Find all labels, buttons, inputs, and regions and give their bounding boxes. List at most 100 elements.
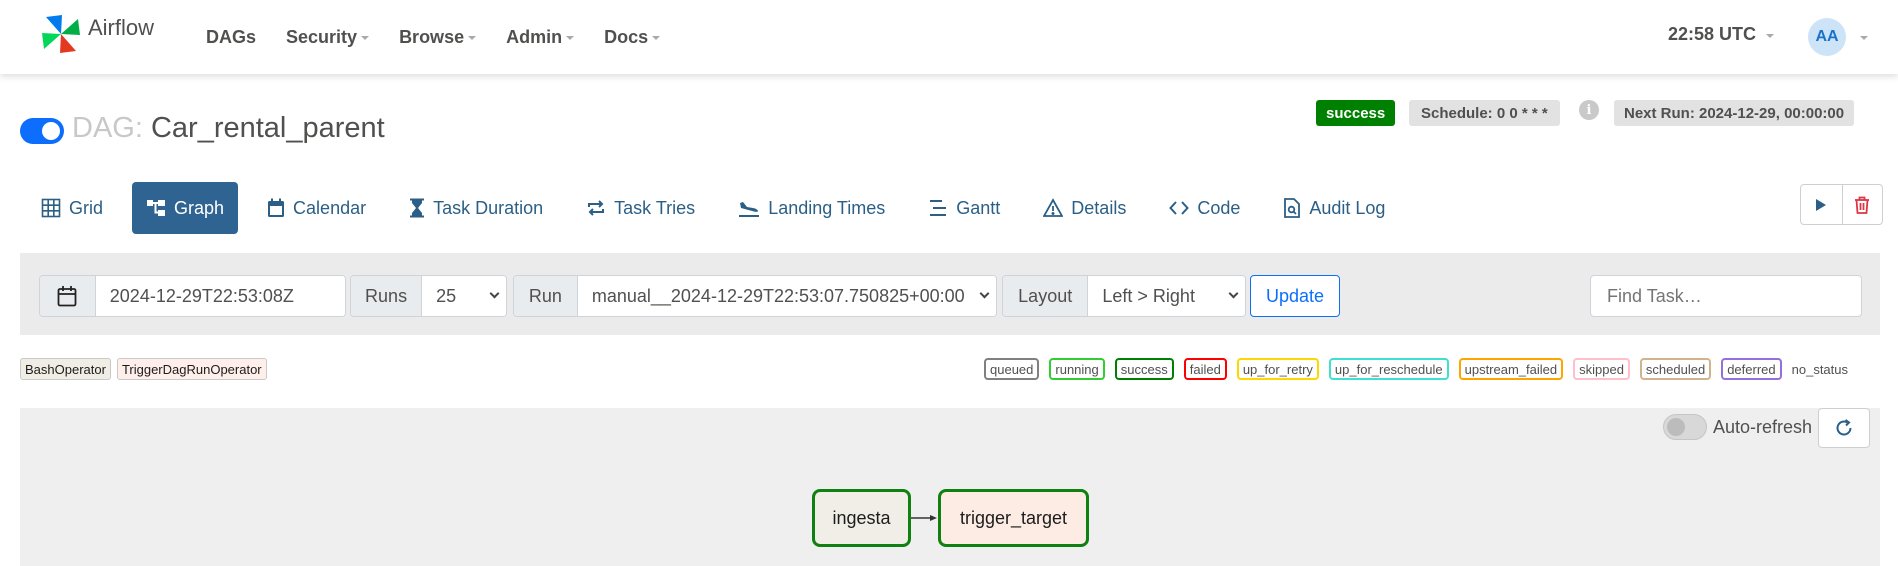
base-date-input[interactable]: 2024-12-29T22:53:08Z [95,276,345,316]
chevron-down-icon [979,288,990,299]
top-navbar: Airflow DAGs Security Browse Admin Docs … [0,0,1898,74]
operator-tag-trigger[interactable]: TriggerDagRunOperator [116,358,267,380]
state-queued[interactable]: queued [984,358,1040,380]
operator-tag-bash[interactable]: BashOperator [20,358,111,380]
file-search-icon [1284,198,1301,218]
dag-action-buttons [1800,184,1883,225]
auto-refresh-label: Auto-refresh [1713,416,1813,437]
current-time: 22:58 UTC [1668,24,1757,44]
layout-value: Left > Right [1102,285,1195,306]
tab-audit-log[interactable]: Audit Log [1269,182,1399,234]
state-no-status[interactable]: no_status [1792,362,1848,377]
play-icon [1816,198,1827,211]
nav-docs[interactable]: Docs [604,26,661,48]
nav-security[interactable]: Security [286,26,370,48]
delete-dag-button[interactable] [1841,185,1883,224]
state-upstream-failed[interactable]: upstream_failed [1458,358,1564,380]
nav-admin[interactable]: Admin [506,26,575,48]
refresh-button[interactable] [1818,408,1870,448]
caret-down-icon [566,36,575,40]
dag-title: DAG: Car_rental_parent [72,112,385,145]
nav-dags[interactable]: DAGs [206,27,256,48]
runs-select[interactable]: 25 [422,276,506,316]
caret-down-icon [652,36,661,40]
calendar-icon [57,286,77,307]
base-date-group: 2024-12-29T22:53:08Z [39,275,346,317]
view-tabs: Grid Graph Calendar Task Duration Task T… [27,182,1414,234]
state-deferred[interactable]: deferred [1721,358,1782,380]
grid-icon [41,198,61,218]
run-label: Run [514,276,578,316]
tab-task-tries[interactable]: Task Tries [572,182,709,234]
tab-details-label: Details [1071,197,1127,218]
update-button[interactable]: Update [1250,275,1340,317]
tab-gantt[interactable]: Gantt [914,182,1014,234]
tab-code[interactable]: Code [1155,182,1254,234]
tab-task-tries-label: Task Tries [614,197,696,218]
runs-group: Runs 25 [350,275,507,317]
brand[interactable]: Airflow [38,11,154,57]
trigger-dag-button[interactable] [1801,185,1842,224]
layout-select[interactable]: Left > Right [1088,276,1245,316]
dag-pause-toggle[interactable] [20,118,64,144]
auto-refresh-toggle[interactable] [1663,414,1707,440]
find-task-input[interactable] [1590,275,1862,317]
tab-calendar[interactable]: Calendar [253,182,380,234]
trash-icon [1855,196,1870,214]
state-success[interactable]: success [1114,358,1174,380]
toggle-knob [1667,418,1685,436]
tab-grid[interactable]: Grid [27,182,117,234]
caret-down-icon [1766,33,1775,38]
nav-docs-label: Docs [604,26,649,47]
tab-calendar-label: Calendar [293,197,367,218]
graph-canvas[interactable]: Auto-refresh ingesta trigger_target [20,408,1880,566]
run-select[interactable]: manual__2024-12-29T22:53:07.750825+00:00 [577,276,996,316]
nav-browse-label: Browse [399,26,465,47]
tab-landing-times-label: Landing Times [768,197,886,218]
nav-dags-label: DAGs [206,26,257,47]
state-scheduled[interactable]: scheduled [1639,358,1712,380]
nav-security-label: Security [286,26,358,47]
auto-refresh: Auto-refresh [1663,414,1812,440]
state-running[interactable]: running [1049,358,1105,380]
graph-icon [147,200,166,216]
tab-gantt-label: Gantt [956,197,1001,218]
info-icon[interactable]: i [1579,100,1599,120]
nav-browse[interactable]: Browse [399,26,477,48]
tab-landing-times[interactable]: Landing Times [724,182,899,234]
dag-name: Car_rental_parent [150,112,385,144]
tab-code-label: Code [1197,197,1241,218]
schedule-badge: Schedule: 0 0 * * * [1409,100,1560,126]
dag-label: DAG: [72,112,143,144]
user-avatar[interactable]: AA [1808,18,1846,56]
state-up-for-reschedule[interactable]: up_for_reschedule [1328,358,1449,380]
task-node-trigger-target[interactable]: trigger_target [938,489,1089,547]
filter-bar: 2024-12-29T22:53:08Z Runs 25 Run manual_… [20,253,1880,335]
date-picker-button[interactable] [40,276,96,316]
timezone-dropdown[interactable]: 22:58 UTC [1668,24,1775,45]
chevron-down-icon [489,288,500,299]
airflow-logo-icon [42,15,80,53]
runs-value: 25 [436,285,457,306]
state-failed[interactable]: failed [1183,358,1227,380]
state-up-for-retry[interactable]: up_for_retry [1236,358,1319,380]
layout-group: Layout Left > Right [1002,275,1246,317]
tab-task-duration-label: Task Duration [433,197,544,218]
dependency-edge [911,515,937,521]
nav-admin-label: Admin [506,26,563,47]
dag-status-badge[interactable]: success [1316,100,1396,126]
brand-name: Airflow [88,15,155,40]
chevron-down-icon [1228,288,1239,299]
plane-landing-icon [739,202,760,217]
tab-graph[interactable]: Graph [132,182,239,234]
caret-down-icon [1860,36,1868,40]
task-node-ingesta[interactable]: ingesta [812,489,911,547]
nav-menu: DAGs Security Browse Admin Docs [206,0,690,74]
tab-task-duration[interactable]: Task Duration [395,182,557,234]
toggle-knob [42,122,60,140]
repeat-icon [588,200,605,216]
run-group: Run manual__2024-12-29T22:53:07.750825+0… [513,275,997,317]
state-skipped[interactable]: skipped [1573,358,1630,380]
code-icon [1169,201,1190,215]
tab-details[interactable]: Details [1029,182,1140,234]
